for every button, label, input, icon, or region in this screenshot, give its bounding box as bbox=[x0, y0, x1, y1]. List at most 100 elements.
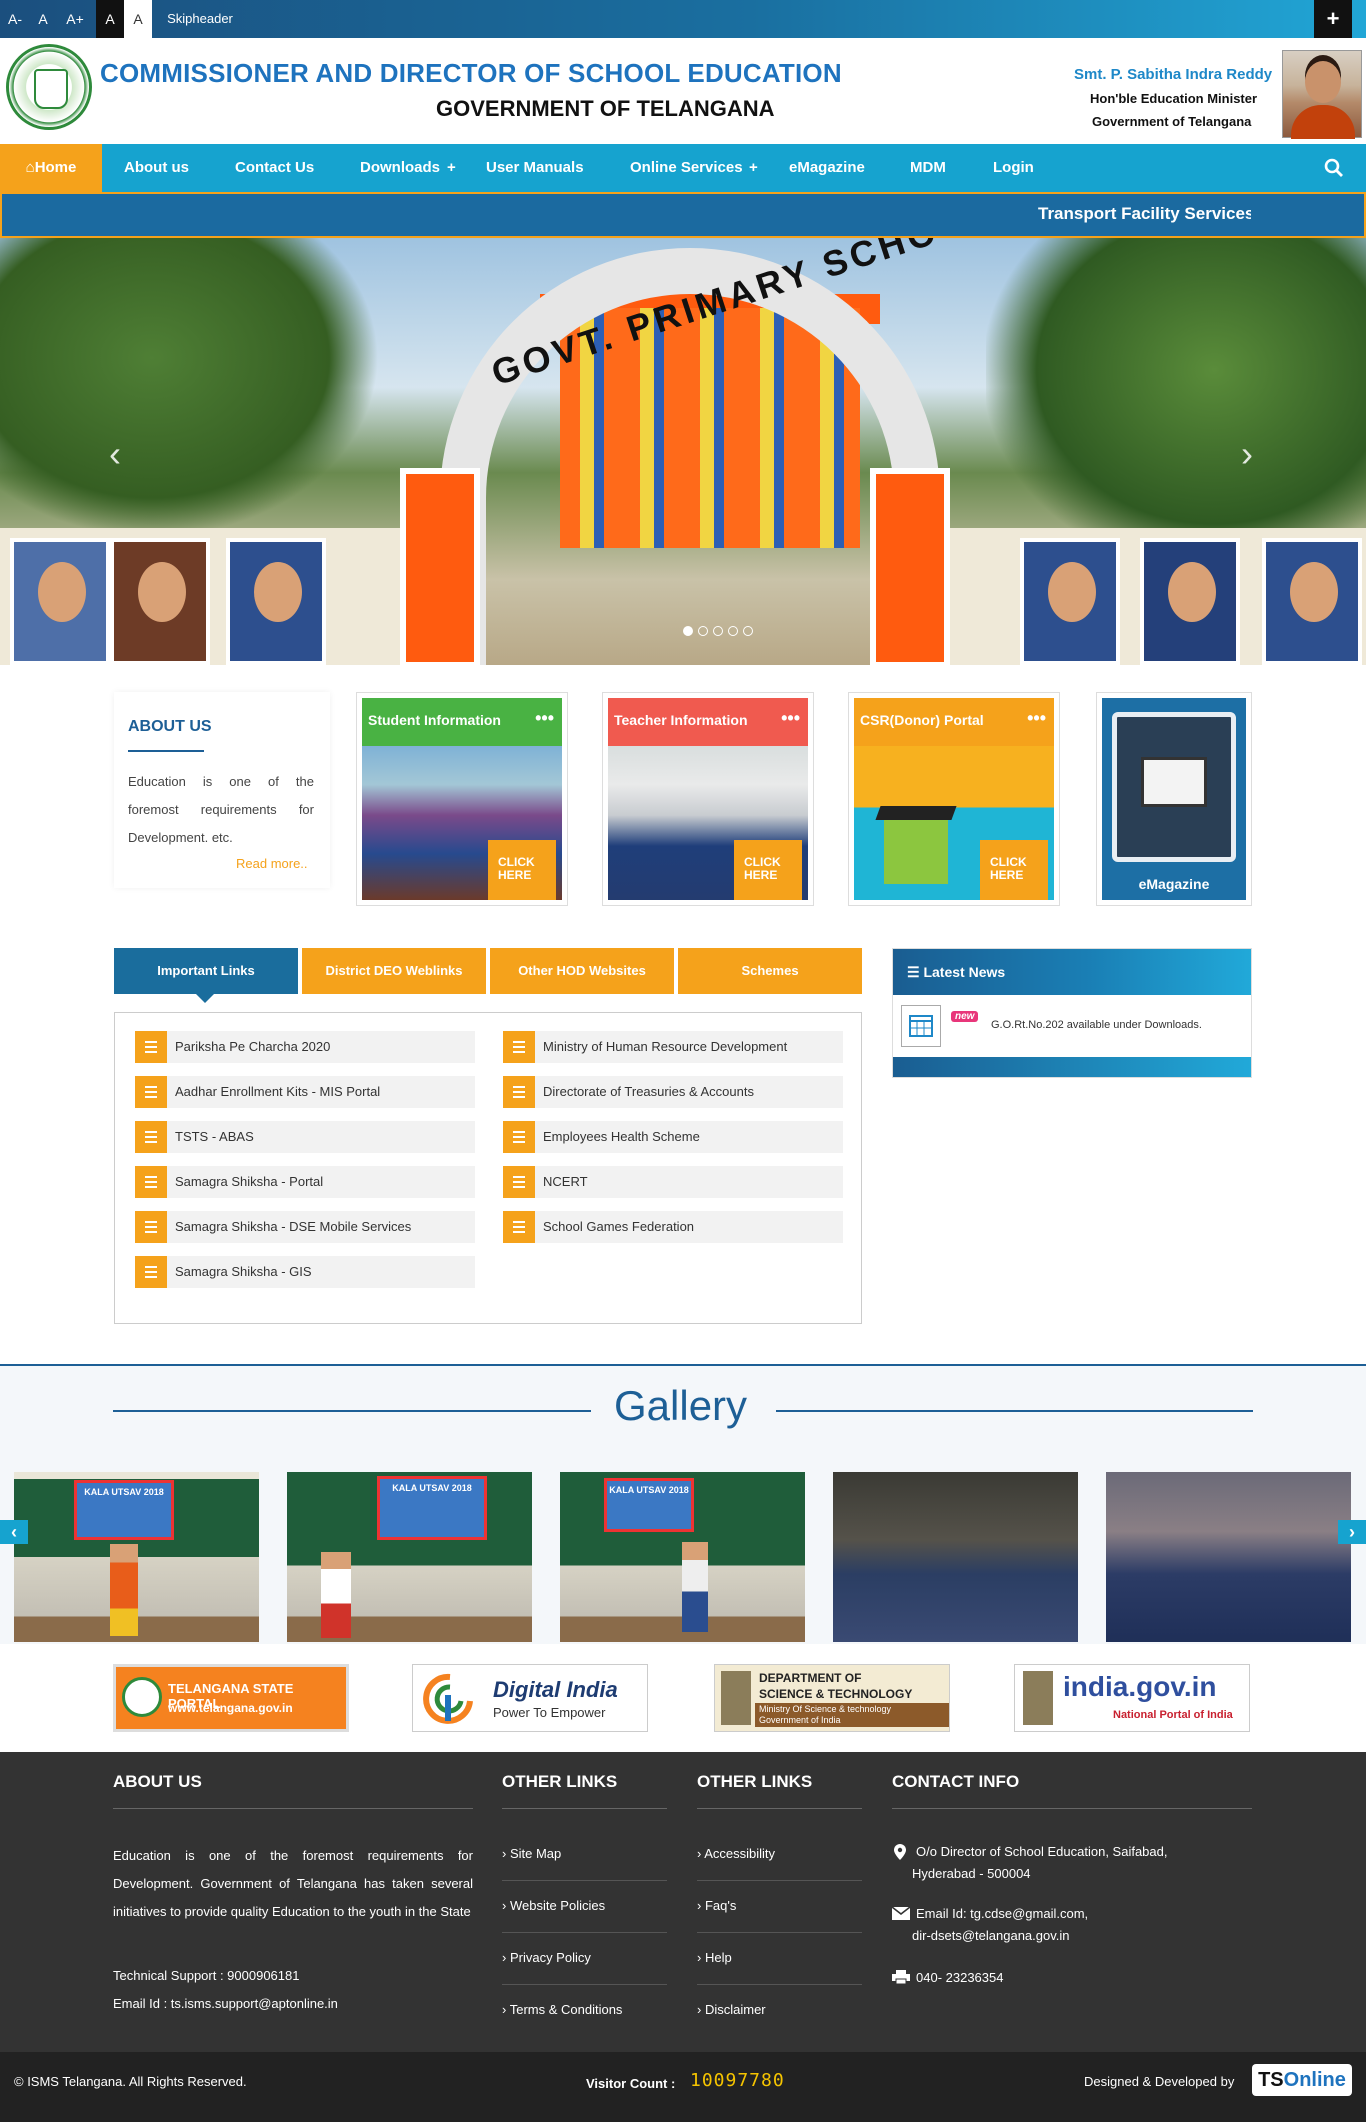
plus-icon[interactable]: + bbox=[749, 144, 758, 192]
nav-user-manuals[interactable]: User Manuals bbox=[486, 144, 584, 192]
search-icon[interactable] bbox=[1324, 158, 1344, 178]
telangana-state-portal-logo[interactable]: TELANGANA STATE PORTAL www.telangana.gov… bbox=[113, 1664, 349, 1732]
footer-other-links-heading: OTHER LINKS bbox=[697, 1772, 813, 1791]
plus-icon[interactable]: + bbox=[447, 144, 456, 192]
font-increase-button[interactable]: A+ bbox=[62, 0, 88, 38]
footer-link[interactable]: › Help bbox=[697, 1950, 732, 1965]
footer-other-links-heading: OTHER LINKS bbox=[502, 1772, 618, 1791]
nav-mdm[interactable]: MDM bbox=[910, 144, 946, 192]
tab-other-hod-websites[interactable]: Other HOD Websites bbox=[490, 948, 674, 994]
click-here-button[interactable]: CLICK HERE bbox=[488, 840, 556, 900]
skip-header-link[interactable]: Skipheader bbox=[160, 0, 240, 38]
link-item[interactable]: Samagra Shiksha - GIS bbox=[135, 1256, 475, 1288]
footer-link[interactable]: › Site Map bbox=[502, 1846, 561, 1861]
link-item[interactable]: School Games Federation bbox=[503, 1211, 843, 1243]
footer-link-label: Site Map bbox=[509, 1846, 562, 1861]
footer-heading-rule bbox=[697, 1808, 862, 1809]
font-normal-button[interactable]: A bbox=[34, 0, 52, 38]
india-gov-tagline: National Portal of India bbox=[1113, 1709, 1233, 1721]
read-more-link[interactable]: Read more.. bbox=[236, 856, 308, 871]
nav-emagazine[interactable]: eMagazine bbox=[789, 144, 865, 192]
contrast-light-button[interactable]: A bbox=[124, 0, 152, 38]
link-label: NCERT bbox=[543, 1174, 588, 1189]
calendar-icon bbox=[901, 1005, 941, 1047]
teacher-information-tile[interactable]: Teacher Information ••• CLICK HERE bbox=[602, 692, 814, 906]
click-here-button[interactable]: CLICK HERE bbox=[980, 840, 1048, 900]
footer-link[interactable]: › Website Policies bbox=[502, 1898, 605, 1913]
wall-portrait bbox=[1020, 538, 1120, 665]
copyright-text: © ISMS Telangana. All Rights Reserved. bbox=[14, 2074, 247, 2089]
minister-name: Smt. P. Sabitha Indra Reddy bbox=[1074, 66, 1273, 83]
list-icon bbox=[503, 1211, 535, 1243]
dst-logo[interactable]: DEPARTMENT OF SCIENCE & TECHNOLOGY Minis… bbox=[714, 1664, 950, 1732]
more-options-icon[interactable]: ••• bbox=[535, 698, 554, 738]
about-text: Education is one of the foremost require… bbox=[128, 774, 314, 845]
expand-button[interactable]: + bbox=[1314, 0, 1352, 38]
footer-link[interactable]: › Disclaimer bbox=[697, 2002, 766, 2017]
gallery-image[interactable]: KALA UTSAV 2018 bbox=[287, 1472, 532, 1642]
nav-downloads[interactable]: Downloads bbox=[360, 144, 440, 192]
csr-donor-portal-tile[interactable]: CSR(Donor) Portal ••• CLICK HERE bbox=[848, 692, 1060, 906]
more-options-icon[interactable]: ••• bbox=[1027, 698, 1046, 738]
link-item[interactable]: Aadhar Enrollment Kits - MIS Portal bbox=[135, 1076, 475, 1108]
tablet-icon bbox=[1112, 712, 1236, 862]
dst-line-2: SCIENCE & TECHNOLOGY bbox=[759, 1687, 913, 1701]
font-decrease-button[interactable]: A- bbox=[4, 0, 26, 38]
link-item[interactable]: Pariksha Pe Charcha 2020 bbox=[135, 1031, 475, 1063]
gallery-next-arrow-icon[interactable]: › bbox=[1338, 1520, 1366, 1544]
link-item[interactable]: Samagra Shiksha - Portal bbox=[135, 1166, 475, 1198]
graduation-cap-icon bbox=[875, 806, 957, 820]
tab-schemes[interactable]: Schemes bbox=[678, 948, 862, 994]
list-icon bbox=[135, 1211, 167, 1243]
telangana-emblem-logo[interactable] bbox=[6, 44, 92, 130]
nav-about-us[interactable]: About us bbox=[124, 144, 189, 192]
footer-link-separator bbox=[697, 1880, 862, 1881]
gallery-image[interactable] bbox=[833, 1472, 1078, 1642]
footer-link[interactable]: › Accessibility bbox=[697, 1846, 775, 1861]
nav-contact-us[interactable]: Contact Us bbox=[235, 144, 314, 192]
slider-dot[interactable] bbox=[743, 626, 753, 636]
gallery-divider-right bbox=[776, 1410, 1253, 1412]
footer-link[interactable]: › Terms & Conditions bbox=[502, 2002, 622, 2017]
link-label: Samagra Shiksha - GIS bbox=[175, 1264, 312, 1279]
click-here-button[interactable]: CLICK HERE bbox=[734, 840, 802, 900]
contrast-dark-button[interactable]: A bbox=[96, 0, 124, 38]
gallery-image[interactable]: KALA UTSAV 2018 bbox=[560, 1472, 805, 1642]
more-options-icon[interactable]: ••• bbox=[781, 698, 800, 738]
gallery-prev-arrow-icon[interactable]: ‹ bbox=[0, 1520, 28, 1544]
ticker-text[interactable]: Transport Facility Services bbox=[1038, 204, 1251, 224]
nav-login[interactable]: Login bbox=[993, 144, 1034, 192]
gallery-image[interactable]: KALA UTSAV 2018 bbox=[14, 1472, 259, 1642]
link-item[interactable]: Ministry of Human Resource Development bbox=[503, 1031, 843, 1063]
footer-link[interactable]: › Faq's bbox=[697, 1898, 736, 1913]
slider-next-arrow-icon[interactable]: › bbox=[1232, 434, 1262, 474]
list-icon bbox=[503, 1121, 535, 1153]
digital-india-logo[interactable]: Digital India Power To Empower bbox=[412, 1664, 648, 1732]
slider-dot[interactable] bbox=[728, 626, 738, 636]
minister-state: Government of Telangana bbox=[1092, 114, 1252, 129]
latest-news-header: ☰ Latest News bbox=[893, 949, 1251, 995]
chevron-right-icon: › bbox=[502, 1846, 510, 1861]
emagazine-tile[interactable]: eMagazine bbox=[1096, 692, 1252, 906]
link-item[interactable]: Directorate of Treasuries & Accounts bbox=[503, 1076, 843, 1108]
slider-prev-arrow-icon[interactable]: ‹ bbox=[100, 434, 130, 474]
link-item[interactable]: NCERT bbox=[503, 1166, 843, 1198]
tab-district-deo-weblinks[interactable]: District DEO Weblinks bbox=[302, 948, 486, 994]
student-information-tile[interactable]: Student Information ••• CLICK HERE bbox=[356, 692, 568, 906]
news-item[interactable]: G.O.Rt.No.202 available under Downloads. bbox=[991, 1019, 1202, 1031]
nav-online-services[interactable]: Online Services bbox=[630, 144, 743, 192]
tab-important-links[interactable]: Important Links bbox=[114, 948, 298, 994]
link-item[interactable]: TSTS - ABAS bbox=[135, 1121, 475, 1153]
nav-home[interactable]: ⌂Home bbox=[0, 144, 102, 192]
gallery-image[interactable] bbox=[1106, 1472, 1351, 1642]
link-item[interactable]: Employees Health Scheme bbox=[503, 1121, 843, 1153]
kala-utsav-banner: KALA UTSAV 2018 bbox=[74, 1480, 174, 1540]
slider-dot[interactable] bbox=[698, 626, 708, 636]
link-item[interactable]: Samagra Shiksha - DSE Mobile Services bbox=[135, 1211, 475, 1243]
slider-dot[interactable] bbox=[683, 626, 693, 636]
tile-title: CSR(Donor) Portal bbox=[854, 698, 1054, 746]
footer-link[interactable]: › Privacy Policy bbox=[502, 1950, 591, 1965]
india-gov-logo[interactable]: india.gov.in National Portal of India bbox=[1014, 1664, 1250, 1732]
slider-dot[interactable] bbox=[713, 626, 723, 636]
tsonline-logo[interactable]: TSOnline bbox=[1252, 2064, 1352, 2096]
